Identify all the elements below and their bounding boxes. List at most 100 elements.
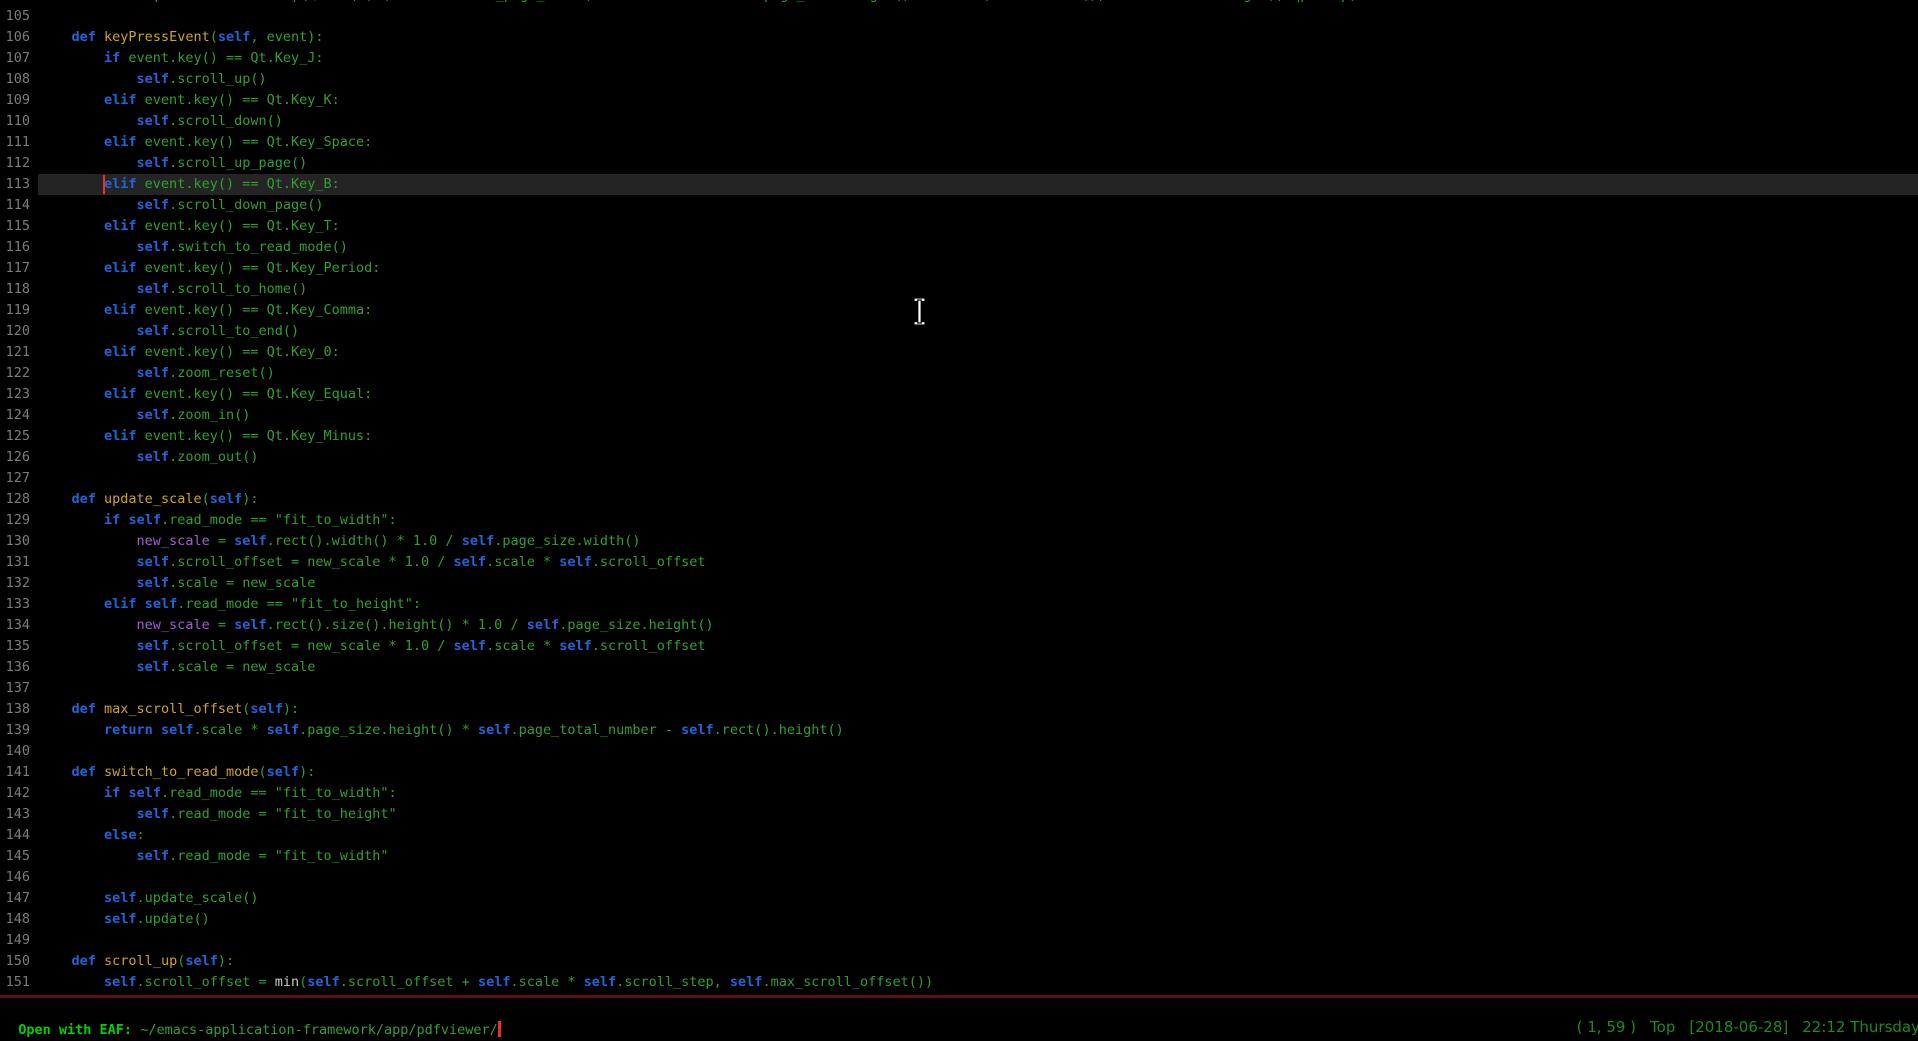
code-line-126[interactable]: 126 self.zoom_out() — [0, 447, 1918, 468]
code-line-139[interactable]: 139 return self.scale * self.page_size.h… — [0, 720, 1918, 741]
line-number: 139 — [0, 720, 39, 741]
line-number: 107 — [0, 48, 39, 69]
line-number: 109 — [0, 90, 39, 111]
code-line-135[interactable]: 135 self.scroll_offset = new_scale * 1.0… — [0, 636, 1918, 657]
code-line-127[interactable]: 127 — [0, 468, 1918, 489]
minibuffer[interactable]: Open with EAF: ~/emacs-application-frame… — [2, 999, 501, 1020]
line-number: 112 — [0, 153, 39, 174]
line-number: 123 — [0, 384, 39, 405]
line-number: 118 — [0, 279, 39, 300]
code-line-137[interactable]: 137 — [0, 678, 1918, 699]
line-number: 124 — [0, 405, 39, 426]
code-line-108[interactable]: 108 self.scroll_up() — [0, 69, 1918, 90]
code-line-113[interactable]: 113 elif event.key() == Qt.Key_B: — [0, 174, 1918, 195]
line-number: 135 — [0, 636, 39, 657]
text-cursor — [498, 1021, 501, 1037]
code-line-119[interactable]: 119 elif event.key() == Qt.Key_Comma: — [0, 300, 1918, 321]
code-line-109[interactable]: 109 elif event.key() == Qt.Key_K: — [0, 90, 1918, 111]
line-number: 122 — [0, 363, 39, 384]
line-number: 137 — [0, 678, 39, 699]
line-number: 140 — [0, 741, 39, 762]
line-number: 136 — [0, 657, 39, 678]
code-line-120[interactable]: 120 self.scroll_to_end() — [0, 321, 1918, 342]
line-number: 145 — [0, 846, 39, 867]
code-line-142[interactable]: 142 if self.read_mode == "fit_to_width": — [0, 783, 1918, 804]
line-number: 120 — [0, 321, 39, 342]
code-line-143[interactable]: 143 self.read_mode = "fit_to_height" — [0, 804, 1918, 825]
line-number: 105 — [0, 6, 39, 27]
code-line-121[interactable]: 121 elif event.key() == Qt.Key_0: — [0, 342, 1918, 363]
code-line-140[interactable]: 140 — [0, 741, 1918, 762]
line-number: 113 — [0, 174, 39, 195]
line-number: 144 — [0, 825, 39, 846]
code-line-124[interactable]: 124 self.zoom_in() — [0, 405, 1918, 426]
code-line-151[interactable]: 151 self.scroll_offset = min(self.scroll… — [0, 972, 1918, 993]
line-number: 150 — [0, 951, 39, 972]
cursor-position: ( 1, 59 ) — [1577, 1018, 1636, 1036]
code-line-148[interactable]: 148 self.update() — [0, 909, 1918, 930]
line-number: 119 — [0, 300, 39, 321]
code-line-136[interactable]: 136 self.scale = new_scale — [0, 657, 1918, 678]
code-line-146[interactable]: 146 — [0, 867, 1918, 888]
code-line-129[interactable]: 129 if self.read_mode == "fit_to_width": — [0, 510, 1918, 531]
code-line-117[interactable]: 117 elif event.key() == Qt.Key_Period: — [0, 258, 1918, 279]
code-line-123[interactable]: 123 elif event.key() == Qt.Key_Equal: — [0, 384, 1918, 405]
code-line-134[interactable]: 134 new_scale = self.rect().size().heigh… — [0, 615, 1918, 636]
line-number: 114 — [0, 195, 39, 216]
code-line-147[interactable]: 147 self.update_scale() — [0, 888, 1918, 909]
code-line-114[interactable]: 114 self.scroll_down_page() — [0, 195, 1918, 216]
line-number: 133 — [0, 594, 39, 615]
clock: 22:12 Thursday — [1802, 1018, 1918, 1036]
line-number: 108 — [0, 69, 39, 90]
minibuffer-input[interactable]: ~/emacs-application-framework/app/pdfvie… — [140, 1022, 498, 1038]
code-line-138[interactable]: 138 def max_scroll_offset(self): — [0, 699, 1918, 720]
code-line-133[interactable]: 133 elif self.read_mode == "fit_to_heigh… — [0, 594, 1918, 615]
code-line-111[interactable]: 111 elif event.key() == Qt.Key_Space: — [0, 132, 1918, 153]
code-line-131[interactable]: 131 self.scroll_offset = new_scale * 1.0… — [0, 552, 1918, 573]
minibuffer-prompt: Open with EAF: — [18, 1022, 140, 1038]
line-number: 126 — [0, 447, 39, 468]
line-number: 142 — [0, 783, 39, 804]
line-number: 141 — [0, 762, 39, 783]
line-number: 125 — [0, 426, 39, 447]
line-number: 121 — [0, 342, 39, 363]
line-number: 131 — [0, 552, 39, 573]
line-number: 116 — [0, 237, 39, 258]
status-tray: ( 1, 59 )Top[2018-06-28]22:12 Thursday — [1563, 1018, 1918, 1037]
line-number: 115 — [0, 216, 39, 237]
code-line-105[interactable]: 105 — [0, 6, 1918, 27]
code-line-115[interactable]: 115 elif event.key() == Qt.Key_T: — [0, 216, 1918, 237]
code-line-118[interactable]: 118 self.scroll_to_home() — [0, 279, 1918, 300]
code-line-110[interactable]: 110 self.scroll_down() — [0, 111, 1918, 132]
code-line-122[interactable]: 122 self.zoom_reset() — [0, 363, 1918, 384]
code-line-107[interactable]: 107 if event.key() == Qt.Key_J: — [0, 48, 1918, 69]
line-number: 148 — [0, 909, 39, 930]
line-number: 138 — [0, 699, 39, 720]
code-line-150[interactable]: 150 def scroll_up(self): — [0, 951, 1918, 972]
code-line-128[interactable]: 128 def update_scale(self): — [0, 489, 1918, 510]
scroll-indicator: Top — [1650, 1018, 1675, 1036]
point-cursor — [103, 175, 105, 194]
line-number: 147 — [0, 888, 39, 909]
code-line-112[interactable]: 112 self.scroll_up_page() — [0, 153, 1918, 174]
code-line-145[interactable]: 145 self.read_mode = "fit_to_width" — [0, 846, 1918, 867]
code-buffer[interactable]: painter.drawPixmap(QRect(0, (index - sta… — [0, 0, 1918, 993]
line-number: 134 — [0, 615, 39, 636]
code-line-149[interactable]: 149 — [0, 930, 1918, 951]
code-line-116[interactable]: 116 self.switch_to_read_mode() — [0, 237, 1918, 258]
code-line-144[interactable]: 144 else: — [0, 825, 1918, 846]
code-line-125[interactable]: 125 elif event.key() == Qt.Key_Minus: — [0, 426, 1918, 447]
mode-line-divider — [0, 995, 1918, 998]
code-line-106[interactable]: 106 def keyPressEvent(self, event): — [0, 27, 1918, 48]
line-number: 149 — [0, 930, 39, 951]
line-number: 127 — [0, 468, 39, 489]
line-number: 130 — [0, 531, 39, 552]
code-line-132[interactable]: 132 self.scale = new_scale — [0, 573, 1918, 594]
line-number: 146 — [0, 867, 39, 888]
line-number: 111 — [0, 132, 39, 153]
line-number: 117 — [0, 258, 39, 279]
code-line-130[interactable]: 130 new_scale = self.rect().width() * 1.… — [0, 531, 1918, 552]
line-number: 128 — [0, 489, 39, 510]
mouse-ibeam-cursor — [911, 297, 928, 326]
code-line-141[interactable]: 141 def switch_to_read_mode(self): — [0, 762, 1918, 783]
